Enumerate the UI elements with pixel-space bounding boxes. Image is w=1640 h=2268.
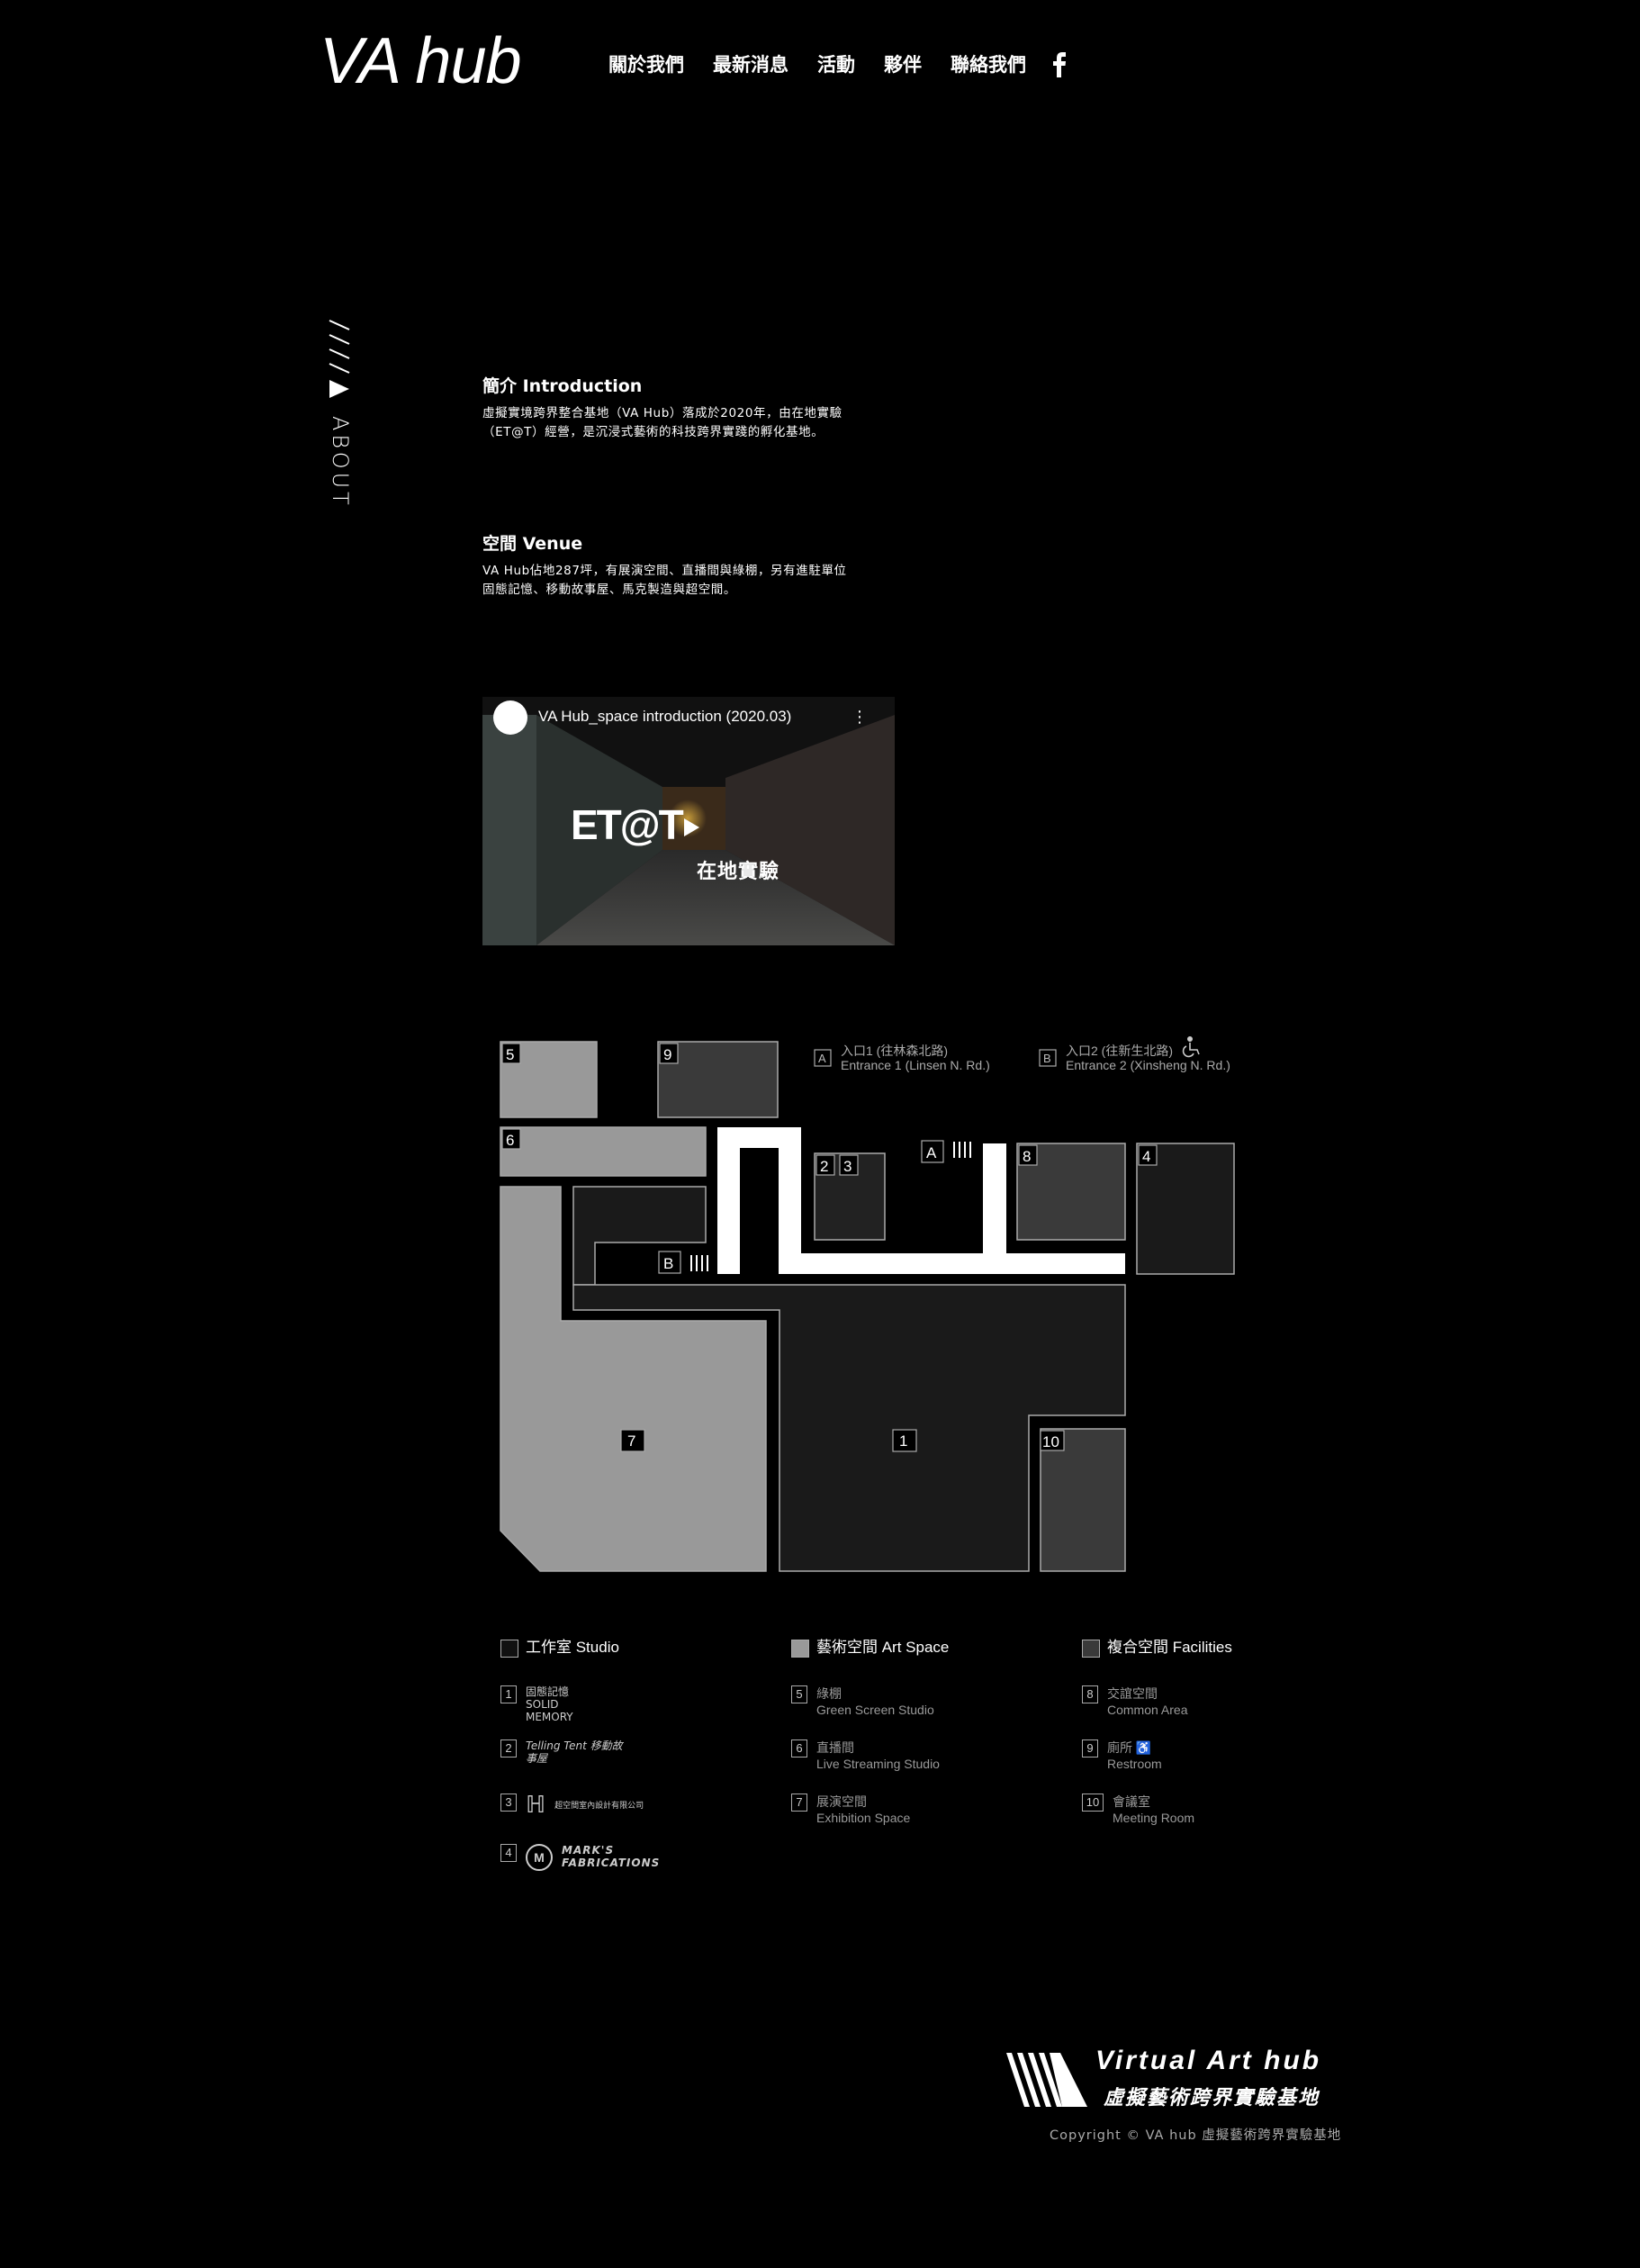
fac-8-num: 8 xyxy=(1082,1685,1098,1703)
marks-emblem-icon: M xyxy=(526,1844,553,1871)
room-6 xyxy=(500,1126,707,1177)
corridor-b xyxy=(572,1186,707,1286)
studio-3-num: 3 xyxy=(500,1794,517,1812)
art-5-zh: 綠棚 xyxy=(816,1686,842,1701)
studio-item-2: 2 Telling Tent 移動故事屋 xyxy=(500,1739,625,1765)
fac-9-zh: 廁所 xyxy=(1107,1740,1132,1755)
art-7-zh: 展演空間 xyxy=(816,1794,867,1809)
intro-title: 簡介 Introduction xyxy=(482,376,643,396)
fac-item-9: 9 廁所 ♿ Restroom xyxy=(1082,1739,1162,1772)
va-hub-mark-icon xyxy=(1006,2053,1087,2107)
intro-line-1: 虛擬實境跨界整合基地（VA Hub）落成於2020年，由在地實驗 xyxy=(482,406,843,420)
venue-title: 空間 Venue xyxy=(482,534,583,554)
fac-8-zh: 交誼空間 xyxy=(1107,1686,1158,1701)
intro-text: 虛擬實境跨界整合基地（VA Hub）落成於2020年，由在地實驗 （ET@T）經… xyxy=(482,404,915,442)
art-6-en: Live Streaming Studio xyxy=(816,1757,940,1771)
studio-1-num: 1 xyxy=(500,1685,517,1703)
video-title[interactable]: VA Hub_space introduction (2020.03) xyxy=(538,708,791,726)
legend-art: 藝術空間 Art Space xyxy=(791,1634,949,1658)
marks-fabrications-logo: MARK'S FABRICATIONS xyxy=(562,1844,661,1869)
art-item-5: 5 綠棚 Green Screen Studio xyxy=(791,1685,934,1718)
venue-text: VA Hub佔地287坪，有展演空間、直播間與綠棚，另有進駐單位 固態記憶、移動… xyxy=(482,562,915,600)
channel-avatar[interactable] xyxy=(493,700,527,735)
fac-8-en: Common Area xyxy=(1107,1703,1188,1717)
telling-tent-logo: Telling Tent 移動故事屋 xyxy=(526,1739,623,1765)
facebook-icon[interactable] xyxy=(1051,52,1068,77)
fac-10-en: Meeting Room xyxy=(1113,1811,1195,1825)
copyright: Copyright © VA hub 虛擬藝術跨界實驗基地 xyxy=(1050,2128,1342,2143)
video-player[interactable]: VA Hub_space introduction (2020.03) ⋮ ET… xyxy=(482,697,895,945)
studio-item-4: 4 M MARK'S FABRICATIONS xyxy=(500,1844,661,1871)
venue-line-1: VA Hub佔地287坪，有展演空間、直播間與綠棚，另有進駐單位 xyxy=(482,564,847,578)
swatch-studio xyxy=(500,1639,518,1658)
hyperspace-logo: 超空間室內設計有限公司 xyxy=(554,1802,644,1811)
art-5-num: 5 xyxy=(791,1685,807,1703)
wheelchair-icon xyxy=(1182,1036,1200,1058)
entrance-a-zh: 入口1 (往林森北路) xyxy=(841,1044,948,1058)
entrance-b-marker: B xyxy=(663,1255,673,1272)
room-3-num: 3 xyxy=(843,1158,852,1175)
legend-art-label: 藝術空間 Art Space xyxy=(816,1639,950,1656)
art-6-num: 6 xyxy=(791,1739,807,1757)
room-6-num: 6 xyxy=(506,1132,514,1149)
legend-studio-label: 工作室 Studio xyxy=(526,1639,619,1656)
art-7-en: Exhibition Space xyxy=(816,1811,911,1825)
room-10-num: 10 xyxy=(1042,1433,1059,1450)
wheelchair-icon: ♿ xyxy=(1135,1740,1152,1755)
entrance-a-marker: A xyxy=(926,1144,937,1161)
solid-memory-logo: 固態記憶 SOLID MEMORY xyxy=(526,1685,573,1723)
play-icon[interactable] xyxy=(679,816,702,839)
hyperspace-mark-icon: ℍ xyxy=(526,1791,546,1818)
legend-facilities: 複合空間 Facilities xyxy=(1082,1634,1232,1658)
entrance-b-en: Entrance 2 (Xinsheng N. Rd.) xyxy=(1066,1058,1230,1072)
footer-brand-zh: 虛擬藝術跨界實驗基地 xyxy=(1104,2087,1320,2110)
entrance-b-zh: 入口2 (往新生北路) xyxy=(1066,1044,1173,1058)
room-9-num: 9 xyxy=(663,1046,671,1063)
legend-studio: 工作室 Studio xyxy=(500,1634,619,1658)
about-label: ABOUT xyxy=(328,416,353,509)
art-item-7: 7 展演空間 Exhibition Space xyxy=(791,1794,910,1826)
art-item-6: 6 直播間 Live Streaming Studio xyxy=(791,1739,940,1772)
studio-4-num: 4 xyxy=(500,1844,517,1862)
fac-9-num: 9 xyxy=(1082,1739,1098,1757)
fac-10-num: 10 xyxy=(1082,1794,1104,1812)
room-5-num: 5 xyxy=(506,1046,514,1063)
nav-about[interactable]: 關於我們 xyxy=(608,50,684,77)
nav-news[interactable]: 最新消息 xyxy=(713,50,788,77)
venue-line-2: 固態記憶、移動故事屋、馬克製造與超空間。 xyxy=(482,583,736,597)
nav-contact[interactable]: 聯絡我們 xyxy=(951,50,1026,77)
nav-partners[interactable]: 夥伴 xyxy=(884,50,922,77)
main-nav: 關於我們 最新消息 活動 夥伴 聯絡我們 xyxy=(608,50,1055,77)
room-2-num: 2 xyxy=(820,1158,828,1175)
swatch-art xyxy=(791,1639,809,1658)
entrance-b-key: B xyxy=(1043,1052,1051,1065)
video-overlay-text: 在地實驗 xyxy=(697,861,780,883)
entrance-a-key: A xyxy=(818,1052,826,1065)
site-logo[interactable]: VA hub xyxy=(320,29,522,94)
swatch-facilities xyxy=(1082,1639,1100,1658)
room-8-num: 8 xyxy=(1023,1148,1031,1165)
room-7-num: 7 xyxy=(627,1432,635,1450)
room-4-num: 4 xyxy=(1142,1148,1150,1165)
studio-item-1: 1 固態記憶 SOLID MEMORY xyxy=(500,1685,598,1723)
art-6-zh: 直播間 xyxy=(816,1740,854,1755)
floor-plan-map: 5 9 6 2 3 8 4 10 7 1 A B A B 入口1 (往林森北路)… xyxy=(500,1036,1235,1572)
fac-item-10: 10 會議室 Meeting Room xyxy=(1082,1794,1194,1826)
fac-10-zh: 會議室 xyxy=(1113,1794,1150,1809)
intro-line-2: （ET@T）經營，是沉浸式藝術的科技跨界實踐的孵化基地。 xyxy=(482,425,825,439)
video-overlay-logo: ET@T xyxy=(571,801,684,848)
studio-2-num: 2 xyxy=(500,1739,517,1757)
studio-item-3: 3 ℍ 超空間室內設計有限公司 xyxy=(500,1791,644,1818)
art-5-en: Green Screen Studio xyxy=(816,1703,934,1717)
fac-9-en: Restroom xyxy=(1107,1757,1162,1771)
room-1-num: 1 xyxy=(899,1432,907,1450)
art-7-num: 7 xyxy=(791,1794,807,1812)
entrance-a-en: Entrance 1 (Linsen N. Rd.) xyxy=(841,1058,990,1072)
slashes-icon xyxy=(329,320,350,398)
nav-events[interactable]: 活動 xyxy=(817,50,855,77)
more-vert-icon[interactable]: ⋮ xyxy=(852,708,868,727)
footer-brand-en: Virtual Art hub xyxy=(1095,2046,1322,2075)
fac-item-8: 8 交誼空間 Common Area xyxy=(1082,1685,1187,1718)
legend-facilities-label: 複合空間 Facilities xyxy=(1107,1639,1232,1656)
